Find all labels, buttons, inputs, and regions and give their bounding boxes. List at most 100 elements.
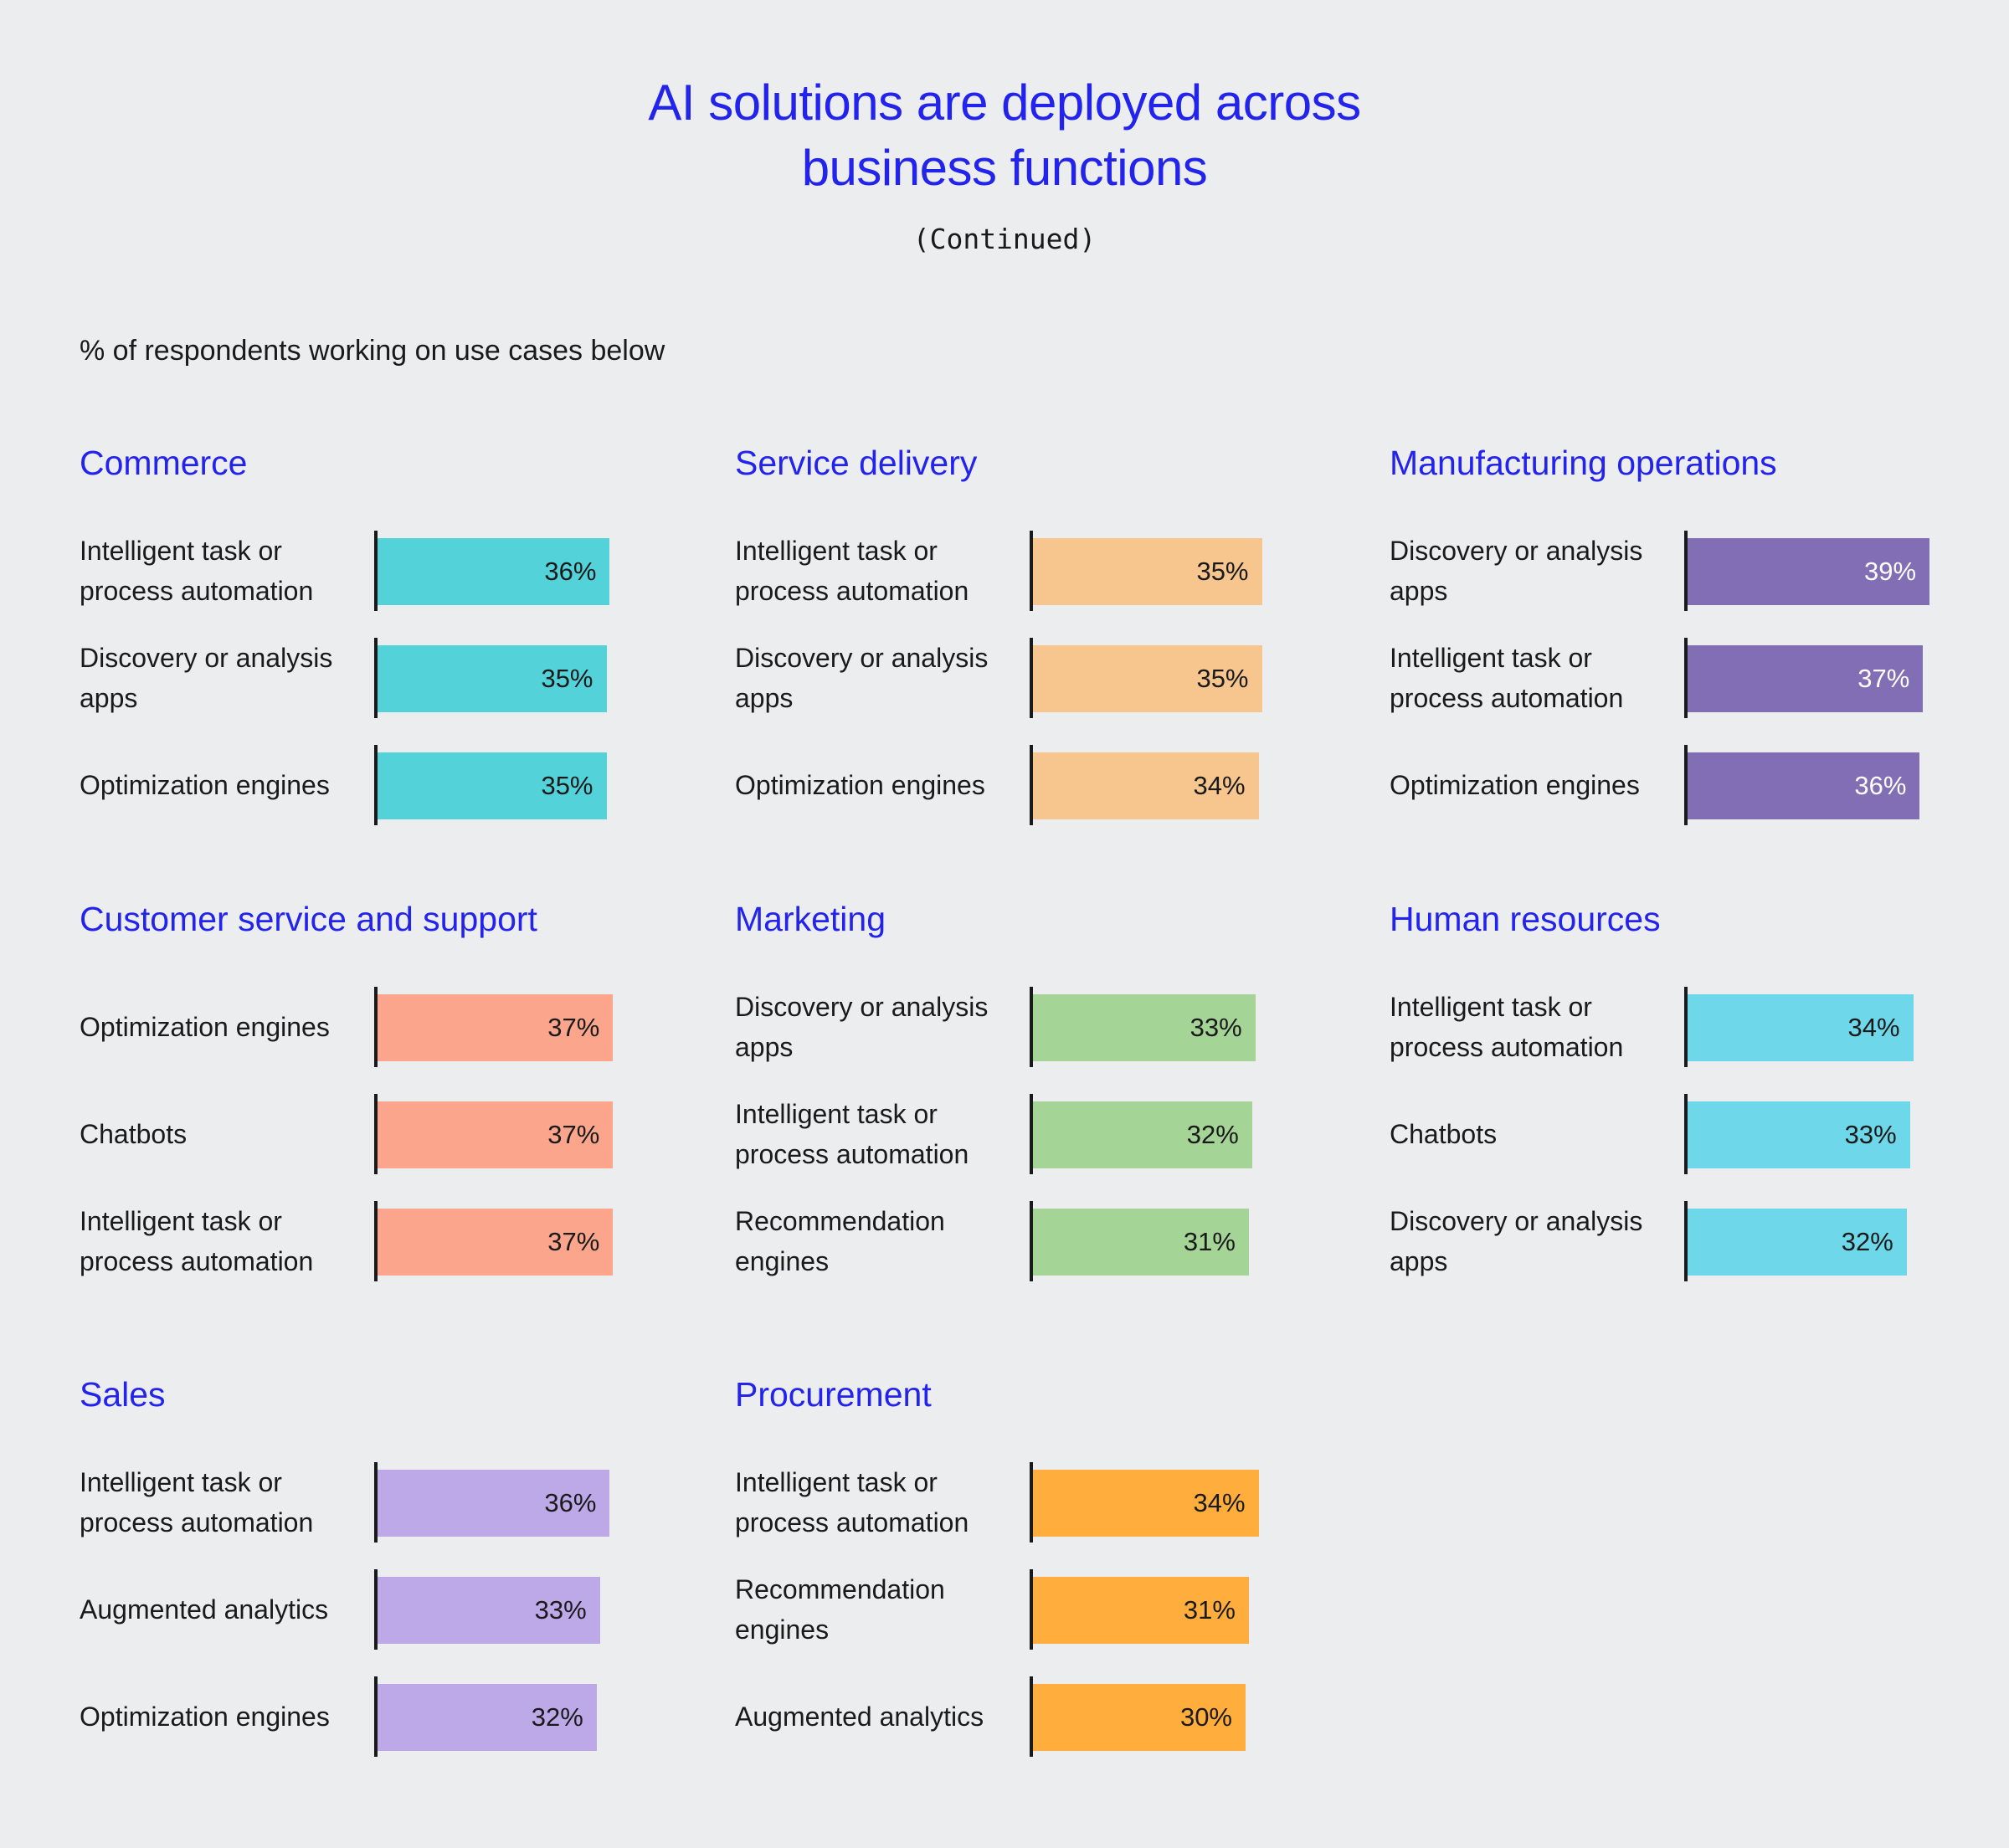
category-label: Intelligent task or process automation <box>1390 643 1624 713</box>
bar-row: Intelligent task or process automation 32… <box>735 1094 1354 1174</box>
bar: 31% <box>1033 1577 1249 1644</box>
bar: 35% <box>1033 645 1262 712</box>
bar: 34% <box>1688 994 1914 1061</box>
category-label: Intelligent task or process automation <box>735 1467 969 1537</box>
bar-row: Discovery or analysis apps 33% <box>735 987 1354 1067</box>
panel-title: Manufacturing operations <box>1390 444 1777 482</box>
panel-procurement: Procurement Intelligent task or process a… <box>735 1375 1354 1760</box>
data-label: 30% <box>1179 1702 1232 1732</box>
category-label: Intelligent task or process automation <box>80 536 314 606</box>
data-label: 32% <box>1186 1120 1239 1149</box>
data-label: 32% <box>531 1702 583 1732</box>
data-label: 35% <box>541 664 593 693</box>
data-label: 36% <box>544 557 597 586</box>
bar-row: Intelligent task or process automation 37… <box>80 1201 699 1281</box>
data-label: 36% <box>544 1488 597 1517</box>
bar: 37% <box>378 994 614 1061</box>
bar-row: Optimization engines 36% <box>1390 745 2009 825</box>
bar: 37% <box>378 1209 614 1276</box>
data-label: 37% <box>547 1120 600 1149</box>
bar-row: Intelligent task or process automation 35… <box>735 531 1354 611</box>
title-line-1: AI solutions are deployed across <box>648 74 1361 131</box>
data-label: 33% <box>534 1595 587 1625</box>
category-label: Discovery or analysis apps <box>735 643 989 713</box>
bar: 35% <box>378 645 607 712</box>
panel-title: Service delivery <box>735 444 978 482</box>
category-label: Discovery or analysis apps <box>735 992 989 1062</box>
bar-row: Augmented analytics 33% <box>80 1569 699 1650</box>
bar-row: Discovery or analysis apps 35% <box>735 638 1354 718</box>
bar-row: Discovery or analysis apps 39% <box>1390 531 2009 611</box>
panel-human-resources: Human resources Intelligent task or proce… <box>1390 900 2009 1285</box>
bar-row: Optimization engines 34% <box>735 745 1354 825</box>
category-label: Augmented analytics <box>80 1594 329 1625</box>
category-label: Intelligent task or process automation <box>1390 992 1624 1062</box>
panel-marketing: Marketing Discovery or analysis apps 33% In… <box>735 900 1354 1285</box>
panel-title: Human resources <box>1390 900 1661 938</box>
data-label: 39% <box>1864 557 1917 586</box>
panel-customer-service-and-support: Customer service and support Optimization… <box>80 900 699 1285</box>
bar-row: Recommendation engines 31% <box>735 1201 1354 1281</box>
category-label: Discovery or analysis apps <box>1390 536 1643 606</box>
category-label: Optimization engines <box>80 770 330 800</box>
category-label: Recommendation engines <box>735 1574 945 1645</box>
bar: 34% <box>1033 752 1259 819</box>
panel-title: Procurement <box>735 1375 932 1414</box>
bar: 34% <box>1033 1470 1259 1537</box>
bar-row: Chatbots 33% <box>1390 1094 2009 1174</box>
category-label: Optimization engines <box>735 770 985 800</box>
data-label: 34% <box>1193 771 1246 800</box>
bar-row: Discovery or analysis apps 35% <box>80 638 699 718</box>
data-label: 34% <box>1193 1488 1246 1517</box>
bar: 31% <box>1033 1209 1249 1276</box>
panel-commerce: Commerce Intelligent task or process auto… <box>80 444 699 829</box>
category-label: Optimization engines <box>80 1702 330 1732</box>
bar-row: Optimization engines 35% <box>80 745 699 825</box>
bar-row: Recommendation engines 31% <box>735 1569 1354 1650</box>
bar-row: Intelligent task or process automation 34… <box>1390 987 2009 1067</box>
category-label: Intelligent task or process automation <box>80 1467 314 1537</box>
category-label: Chatbots <box>1390 1119 1498 1149</box>
bar-row: Intelligent task or process automation 34… <box>735 1462 1354 1543</box>
bar: 39% <box>1688 538 1930 605</box>
category-label: Discovery or analysis apps <box>1390 1206 1643 1276</box>
category-label: Intelligent task or process automation <box>735 1099 969 1169</box>
data-label: 36% <box>1854 771 1907 800</box>
panel-service-delivery: Service delivery Intelligent task or proc… <box>735 444 1354 829</box>
continued-label: (Continued) <box>912 223 1097 255</box>
data-label: 31% <box>1183 1227 1236 1256</box>
bar-row: Chatbots 37% <box>80 1094 699 1174</box>
bar: 37% <box>1688 645 1924 712</box>
data-label: 31% <box>1183 1595 1236 1625</box>
data-label: 33% <box>1844 1120 1897 1149</box>
panel-sales: Sales Intelligent task or process automat… <box>80 1375 699 1760</box>
data-label: 35% <box>1196 664 1249 693</box>
bar-row: Optimization engines 37% <box>80 987 699 1067</box>
bar: 36% <box>378 1470 610 1537</box>
data-label: 35% <box>1196 557 1249 586</box>
data-label: 34% <box>1847 1013 1900 1042</box>
category-label: Augmented analytics <box>735 1702 984 1732</box>
data-label: 37% <box>1857 664 1910 693</box>
category-label: Recommendation engines <box>735 1206 945 1276</box>
panel-title: Customer service and support <box>80 900 537 938</box>
bar: 35% <box>378 752 607 819</box>
category-label: Discovery or analysis apps <box>80 643 333 713</box>
category-label: Chatbots <box>80 1119 188 1149</box>
bar: 32% <box>1033 1101 1252 1168</box>
bar: 37% <box>378 1101 614 1168</box>
panel-manufacturing-operations: Manufacturing operations Discovery or ana… <box>1390 444 2009 829</box>
panel-title: Sales <box>80 1375 166 1414</box>
bar: 35% <box>1033 538 1262 605</box>
category-label: Intelligent task or process automation <box>80 1206 314 1276</box>
bar-row: Intelligent task or process automation 36… <box>80 531 699 611</box>
data-label: 32% <box>1841 1227 1893 1256</box>
chart-subtitle: % of respondents working on use cases be… <box>80 335 665 367</box>
bar: 36% <box>378 538 610 605</box>
panel-title: Commerce <box>80 444 248 482</box>
bar: 33% <box>1688 1101 1910 1168</box>
bar-row: Intelligent task or process automation 37… <box>1390 638 2009 718</box>
bar: 33% <box>1033 994 1256 1061</box>
data-label: 35% <box>541 771 593 800</box>
title-line-2: business functions <box>801 140 1208 196</box>
